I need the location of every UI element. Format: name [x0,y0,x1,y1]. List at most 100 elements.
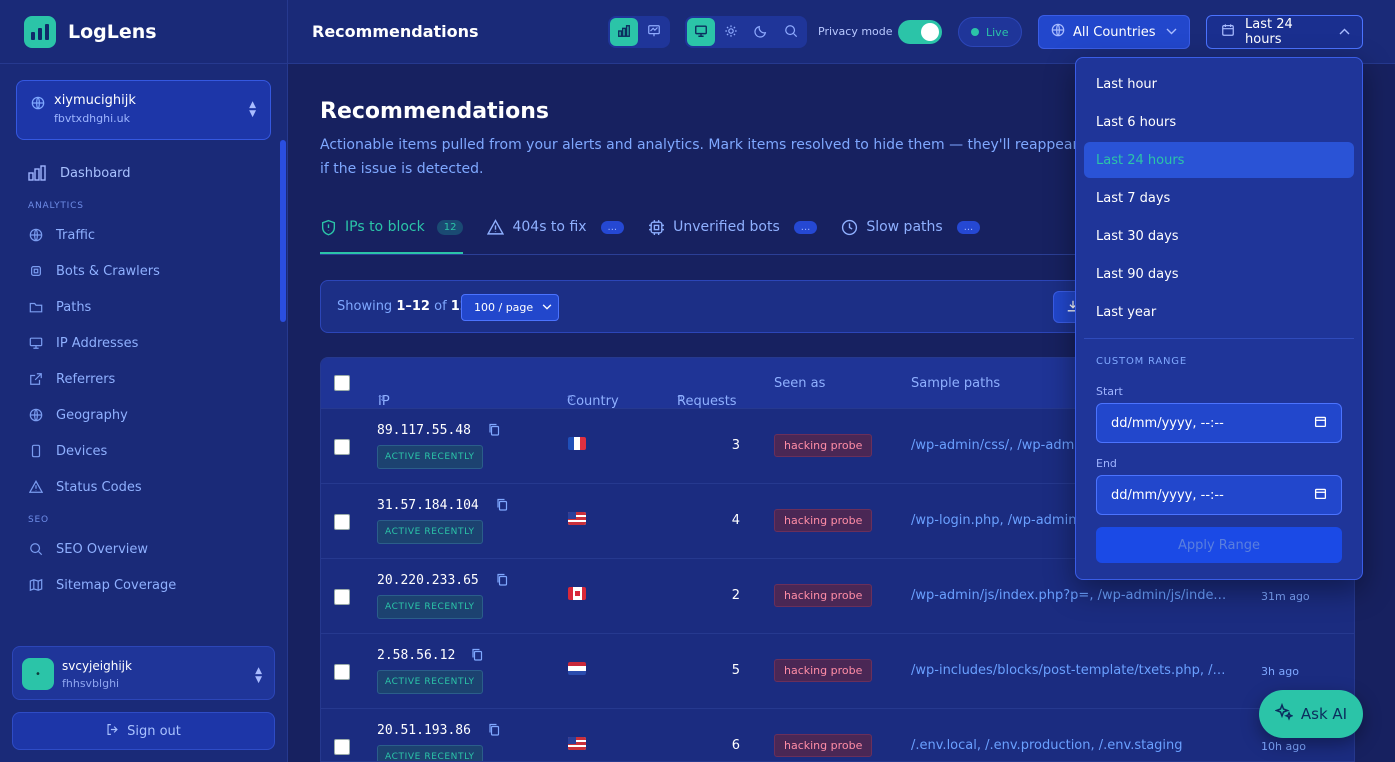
status-badge: ACTIVE RECENTLY [377,670,483,694]
presentation-view-button[interactable] [640,18,668,46]
tab-label: IPs to block [345,219,425,235]
range-option-last-7-days[interactable]: Last 7 days [1084,180,1354,216]
calendar-icon[interactable] [1314,415,1327,432]
showing-prefix: Showing [337,299,393,314]
sun-icon [724,24,738,41]
range-option-last-year[interactable]: Last year [1084,294,1354,330]
nav-geography[interactable]: Geography [0,397,280,433]
start-datetime-input[interactable]: dd/mm/yyyy, --:-- [1096,403,1342,443]
chevron-updown-icon: ▲ ▼ [249,100,256,119]
nav-dashboard-label: Dashboard [60,165,131,181]
col-requests-label: Requests [677,394,737,409]
ip-address: 20.51.193.86 [377,723,471,738]
calendar-icon[interactable] [1314,487,1327,504]
light-theme-button[interactable] [717,18,745,46]
system-theme-button[interactable] [687,18,715,46]
sort-icon: ⇅ [378,394,385,403]
search-icon [784,24,798,41]
nav-devices[interactable]: Devices [0,433,280,469]
sidebar-scrollbar[interactable] [280,140,286,322]
apply-range-button[interactable]: Apply Range [1096,527,1342,563]
seen-as-badge: hacking probe [774,434,873,457]
per-page-select[interactable]: 100 / page [461,294,559,321]
globe-icon [28,227,44,243]
chart-view-button[interactable] [610,18,638,46]
nav-sitemap-coverage[interactable]: Sitemap Coverage [0,567,280,603]
tab-unverified-bots[interactable]: Unverified bots ... [648,212,818,254]
tab-slow-paths[interactable]: Slow paths ... [841,212,981,254]
flag-us-icon [568,737,586,750]
sample-paths[interactable]: /.env.local, /.env.production, /.env.sta… [911,738,1229,753]
brand: LogLens [0,0,287,64]
recommendation-tabs: IPs to block 12 404s to fix ... Unverifi… [320,212,981,254]
copy-icon[interactable] [496,573,508,589]
dark-theme-button[interactable] [747,18,775,46]
end-datetime-placeholder: dd/mm/yyyy, --:-- [1111,487,1224,503]
copy-icon[interactable] [496,498,508,514]
row-checkbox[interactable] [334,439,350,455]
chip-icon [648,219,665,240]
request-count: 4 [731,513,740,528]
copy-icon[interactable] [471,648,483,664]
live-indicator[interactable]: Live [958,17,1022,47]
end-datetime-input[interactable]: dd/mm/yyyy, --:-- [1096,475,1342,515]
ask-ai-button[interactable]: Ask AI [1259,690,1363,738]
main-nav: Dashboard ANALYTICS Traffic Bots & Crawl… [0,155,280,603]
menu-divider [1084,338,1354,339]
status-badge: ACTIVE RECENTLY [377,445,483,469]
range-option-last-hour[interactable]: Last hour [1084,66,1354,102]
sample-paths[interactable]: /wp-admin/js/index.php?p=, /wp-admin/js/… [911,588,1229,603]
app-name: LogLens [68,20,157,43]
row-checkbox[interactable] [334,739,350,755]
time-range-menu: Last hour Last 6 hours Last 24 hours Las… [1075,57,1363,580]
presentation-icon [647,24,661,41]
search-button[interactable] [777,18,805,46]
nav-bots[interactable]: Bots & Crawlers [0,253,280,289]
tab-ips-to-block[interactable]: IPs to block 12 [320,212,464,254]
country-filter-label: All Countries [1073,24,1156,40]
tab-404s-to-fix[interactable]: 404s to fix ... [487,212,625,254]
site-name: xiymucighijk [54,93,136,108]
ask-ai-label: Ask AI [1300,705,1348,723]
range-option-last-24-hours[interactable]: Last 24 hours [1084,142,1354,178]
site-switcher[interactable]: xiymucighijk fbvtxdhghi.uk ▲ ▼ [16,80,271,140]
table-row[interactable]: 20.51.193.86 ACTIVE RECENTLY 6 hacking p… [321,708,1354,761]
search-icon [28,541,44,557]
row-checkbox[interactable] [334,664,350,680]
range-option-last-6-hours[interactable]: Last 6 hours [1084,104,1354,140]
logout-icon [106,723,119,740]
nav-ip-addresses[interactable]: IP Addresses [0,325,280,361]
nav-seo-overview[interactable]: SEO Overview [0,531,280,567]
nav-seo-overview-label: SEO Overview [56,541,149,557]
nav-referrers[interactable]: Referrers [0,361,280,397]
range-option-last-30-days[interactable]: Last 30 days [1084,218,1354,254]
nav-status-codes[interactable]: Status Codes [0,469,280,505]
select-all-checkbox[interactable] [334,375,350,391]
user-email: fhhsvblghi [62,677,120,690]
table-row[interactable]: 2.58.56.12 ACTIVE RECENTLY 5 hacking pro… [321,633,1354,708]
nav-paths[interactable]: Paths [0,289,280,325]
nav-traffic[interactable]: Traffic [0,217,280,253]
copy-icon[interactable] [488,423,500,439]
user-name: svcyjeighijk [62,659,132,673]
row-checkbox[interactable] [334,589,350,605]
user-menu[interactable]: • svcyjeighijk fhhsvblghi ▲ ▼ [12,646,275,700]
range-option-last-90-days[interactable]: Last 90 days [1084,256,1354,292]
custom-range-heading: CUSTOM RANGE [1096,356,1187,367]
copy-icon[interactable] [488,723,500,739]
col-country-label: Country [567,394,619,409]
time-range-dropdown[interactable]: Last 24 hours [1206,15,1363,49]
site-domain: fbvtxdhghi.uk [54,112,130,125]
country-filter-dropdown[interactable]: All Countries [1038,15,1190,49]
privacy-mode-toggle[interactable] [898,20,942,44]
sign-out-button[interactable]: Sign out [12,712,275,750]
seen-as-badge: hacking probe [774,509,873,532]
last-seen: 10h ago [1261,740,1306,753]
nav-devices-label: Devices [56,443,108,459]
flag-fr-icon [568,437,586,450]
last-seen: 3h ago [1261,665,1299,678]
sample-paths[interactable]: /wp-includes/blocks/post-template/txets.… [911,663,1229,678]
nav-dashboard[interactable]: Dashboard [0,155,280,191]
row-checkbox[interactable] [334,514,350,530]
globe-icon [31,95,45,114]
